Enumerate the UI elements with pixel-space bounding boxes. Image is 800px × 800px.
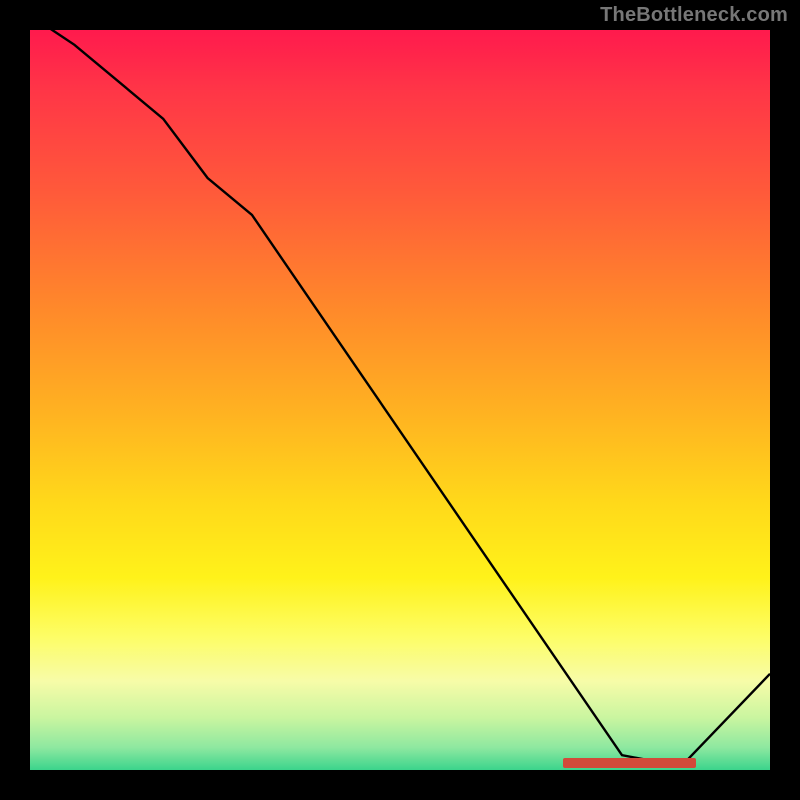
plot-area xyxy=(30,30,770,770)
curve-path xyxy=(30,30,770,766)
optimum-marker xyxy=(563,758,696,768)
chart-frame: TheBottleneck.com xyxy=(0,0,800,800)
line-svg xyxy=(30,30,770,770)
watermark-label: TheBottleneck.com xyxy=(600,4,788,27)
